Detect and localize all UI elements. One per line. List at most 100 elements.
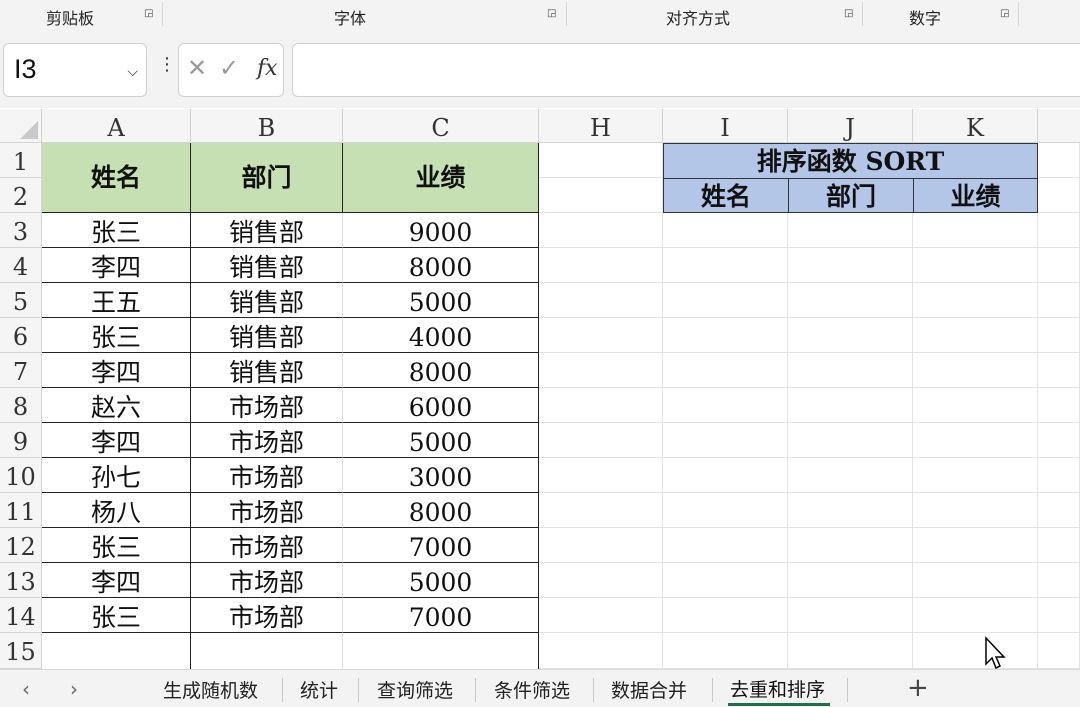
column-header-partial[interactable] <box>1038 109 1080 143</box>
table-cell[interactable] <box>42 633 191 669</box>
chevron-left-icon[interactable]: ‹ <box>22 677 30 701</box>
table-cell[interactable]: 市场部 <box>191 528 343 563</box>
row-header[interactable]: 4 <box>0 248 42 283</box>
table-cell[interactable]: 赵六 <box>42 388 191 423</box>
empty-cell[interactable] <box>913 563 1038 598</box>
table-cell[interactable]: 6000 <box>343 388 539 423</box>
table-cell[interactable]: 张三 <box>42 318 191 353</box>
empty-cell[interactable] <box>788 528 913 563</box>
empty-cell[interactable] <box>539 458 663 493</box>
empty-cell[interactable] <box>663 388 788 423</box>
column-header[interactable]: A <box>42 109 191 143</box>
row-header[interactable]: 7 <box>0 353 42 388</box>
add-sheet-icon[interactable]: + <box>907 673 929 703</box>
empty-cell[interactable] <box>1038 388 1080 423</box>
empty-cell[interactable] <box>1038 178 1080 213</box>
empty-cell[interactable] <box>1038 353 1080 388</box>
empty-cell[interactable] <box>539 388 663 423</box>
empty-cell[interactable] <box>663 318 788 353</box>
sort-header-department[interactable]: 部门 <box>788 178 914 213</box>
empty-cell[interactable] <box>539 248 663 283</box>
table-cell[interactable]: 销售部 <box>191 248 343 283</box>
empty-cell[interactable] <box>1038 633 1080 669</box>
empty-cell[interactable] <box>913 318 1038 353</box>
empty-cell[interactable] <box>539 283 663 318</box>
table-cell[interactable]: 孙七 <box>42 458 191 493</box>
empty-cell[interactable] <box>913 248 1038 283</box>
dialog-launcher-icon[interactable]: ◲ <box>547 9 558 20</box>
row-header[interactable]: 1 <box>0 143 42 178</box>
table-header-performance[interactable]: 业绩 <box>343 143 539 213</box>
empty-cell[interactable] <box>539 493 663 528</box>
empty-cell[interactable] <box>913 458 1038 493</box>
empty-cell[interactable] <box>1038 563 1080 598</box>
table-cell[interactable]: 市场部 <box>191 388 343 423</box>
table-cell[interactable]: 销售部 <box>191 318 343 353</box>
table-cell[interactable]: 李四 <box>42 563 191 598</box>
worksheet-grid[interactable]: A B C H I J K 1 2 3 4 5 6 7 8 9 10 11 12… <box>0 109 1080 669</box>
empty-cell[interactable] <box>539 423 663 458</box>
sort-header-name[interactable]: 姓名 <box>663 178 789 213</box>
table-cell[interactable]: 5000 <box>343 563 539 598</box>
empty-cell[interactable] <box>913 213 1038 248</box>
sheet-tab[interactable]: 数据合并 <box>611 676 687 703</box>
cancel-icon[interactable]: ✕ <box>187 54 207 82</box>
empty-cell[interactable] <box>913 353 1038 388</box>
empty-cell[interactable] <box>788 248 913 283</box>
empty-cell[interactable] <box>1038 318 1080 353</box>
table-cell[interactable]: 7000 <box>343 528 539 563</box>
table-cell[interactable]: 销售部 <box>191 283 343 318</box>
column-header[interactable]: H <box>539 109 663 143</box>
dialog-launcher-icon[interactable]: ◲ <box>844 9 855 20</box>
column-header[interactable]: C <box>343 109 539 143</box>
row-header[interactable]: 9 <box>0 423 42 458</box>
dialog-launcher-icon[interactable]: ◲ <box>144 9 155 20</box>
empty-cell[interactable] <box>1038 283 1080 318</box>
empty-cell[interactable] <box>788 388 913 423</box>
empty-cell[interactable] <box>539 598 663 633</box>
empty-cell[interactable] <box>788 353 913 388</box>
table-cell[interactable]: 张三 <box>42 528 191 563</box>
check-icon[interactable]: ✓ <box>219 54 239 82</box>
empty-cell[interactable] <box>539 318 663 353</box>
chevron-down-icon[interactable]: ⌵ <box>127 64 138 80</box>
empty-cell[interactable] <box>1038 493 1080 528</box>
empty-cell[interactable] <box>539 633 663 669</box>
sort-header-performance[interactable]: 业绩 <box>913 178 1038 213</box>
table-cell[interactable]: 市场部 <box>191 563 343 598</box>
sheet-tab[interactable]: 生成随机数 <box>163 676 258 703</box>
empty-cell[interactable] <box>663 213 788 248</box>
table-cell[interactable] <box>191 633 343 669</box>
column-header[interactable]: B <box>191 109 343 143</box>
table-cell[interactable]: 李四 <box>42 248 191 283</box>
empty-cell[interactable] <box>788 423 913 458</box>
empty-cell[interactable] <box>539 178 663 213</box>
row-header[interactable]: 15 <box>0 633 42 669</box>
table-cell[interactable]: 5000 <box>343 423 539 458</box>
empty-cell[interactable] <box>788 598 913 633</box>
empty-cell[interactable] <box>539 563 663 598</box>
empty-cell[interactable] <box>1038 248 1080 283</box>
empty-cell[interactable] <box>663 633 788 669</box>
table-cell[interactable]: 8000 <box>343 353 539 388</box>
empty-cell[interactable] <box>1038 598 1080 633</box>
row-header[interactable]: 5 <box>0 283 42 318</box>
empty-cell[interactable] <box>788 458 913 493</box>
empty-cell[interactable] <box>788 563 913 598</box>
table-cell[interactable]: 9000 <box>343 213 539 248</box>
sheet-tab[interactable]: 统计 <box>300 676 338 703</box>
empty-cell[interactable] <box>1038 213 1080 248</box>
row-header[interactable]: 12 <box>0 528 42 563</box>
empty-cell[interactable] <box>788 283 913 318</box>
empty-cell[interactable] <box>539 213 663 248</box>
chevron-right-icon[interactable]: › <box>70 677 78 701</box>
empty-cell[interactable] <box>1038 423 1080 458</box>
empty-cell[interactable] <box>663 598 788 633</box>
column-header[interactable]: K <box>913 109 1038 143</box>
empty-cell[interactable] <box>1038 458 1080 493</box>
select-all-corner[interactable] <box>0 109 42 143</box>
name-box[interactable]: I3 ⌵ <box>3 43 147 97</box>
empty-cell[interactable] <box>913 423 1038 458</box>
table-cell[interactable]: 8000 <box>343 493 539 528</box>
empty-cell[interactable] <box>788 213 913 248</box>
